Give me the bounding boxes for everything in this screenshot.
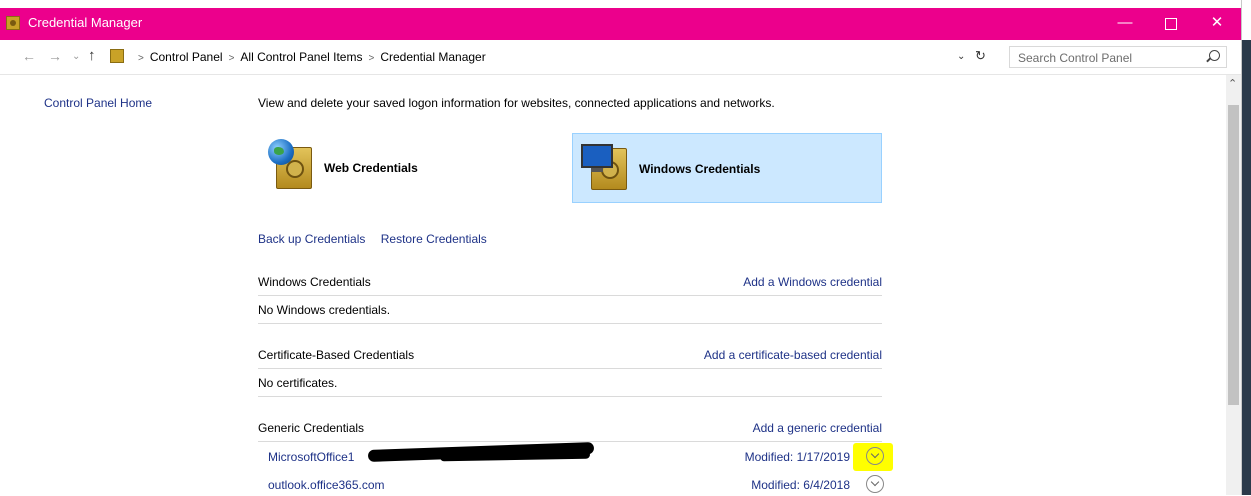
list-item[interactable]: outlook.office365.com Modified: 6/4/2018 bbox=[258, 474, 886, 496]
window-title: Credential Manager bbox=[28, 15, 143, 30]
back-arrow-icon[interactable]: ← bbox=[22, 48, 36, 64]
chevron-down-icon[interactable] bbox=[866, 475, 884, 493]
windows-credentials-tile[interactable]: Windows Credentials bbox=[572, 133, 882, 203]
credential-name[interactable]: outlook.office365.com bbox=[268, 478, 385, 492]
control-panel-home-link[interactable]: Control Panel Home bbox=[44, 96, 152, 110]
page-heading-partial: ▁▁▁▁▁▁▁▁ bbox=[258, 75, 378, 79]
credential-modified: Modified: 6/4/2018 bbox=[751, 478, 850, 492]
search-input[interactable] bbox=[1016, 50, 1200, 66]
breadcrumb-credential-manager[interactable]: Credential Manager bbox=[380, 50, 485, 64]
breadcrumb-separator-icon[interactable]: > bbox=[138, 53, 144, 64]
windows-credentials-label: Windows Credentials bbox=[639, 162, 761, 176]
add-certificate-credential-link[interactable]: Add a certificate-based credential bbox=[704, 348, 882, 362]
chevron-down-icon[interactable] bbox=[866, 447, 884, 465]
recent-locations-chevron-icon[interactable]: ⌄ bbox=[72, 51, 80, 62]
breadcrumb-all-items[interactable]: All Control Panel Items bbox=[240, 50, 362, 64]
globe-icon bbox=[268, 139, 294, 165]
certificate-credentials-section: Certificate-Based Credentials Add a cert… bbox=[258, 346, 882, 401]
forward-arrow-icon[interactable]: → bbox=[48, 48, 62, 64]
divider bbox=[258, 396, 882, 397]
restore-credentials-link[interactable]: Restore Credentials bbox=[381, 232, 487, 246]
intro-text: View and delete your saved logon informa… bbox=[258, 96, 775, 110]
divider bbox=[258, 441, 882, 442]
address-dropdown-icon[interactable]: ⌄ bbox=[957, 51, 965, 62]
search-box[interactable] bbox=[1009, 46, 1227, 68]
divider bbox=[258, 368, 882, 369]
section-title: Generic Credentials bbox=[258, 421, 365, 435]
add-windows-credential-link[interactable]: Add a Windows credential bbox=[743, 275, 882, 289]
control-panel-icon bbox=[110, 49, 124, 63]
credential-name[interactable]: MicrosoftOffice1 bbox=[268, 450, 354, 464]
title-bar: Credential Manager — ✕ bbox=[0, 8, 1241, 40]
close-button[interactable]: ✕ bbox=[1194, 8, 1240, 40]
scrollbar-thumb[interactable] bbox=[1228, 105, 1239, 405]
backup-restore-links: Back up Credentials Restore Credentials bbox=[258, 232, 499, 246]
empty-message: No certificates. bbox=[258, 376, 338, 390]
generic-credentials-section: Generic Credentials Add a generic creden… bbox=[258, 419, 882, 443]
desktop-edge bbox=[1242, 40, 1251, 495]
search-icon[interactable] bbox=[1209, 50, 1220, 61]
section-title: Windows Credentials bbox=[258, 275, 371, 289]
breadcrumb-control-panel[interactable]: Control Panel bbox=[150, 50, 223, 64]
divider bbox=[258, 323, 882, 324]
empty-message: No Windows credentials. bbox=[258, 303, 391, 317]
windows-credentials-section: Windows Credentials Add a Windows creden… bbox=[258, 273, 882, 328]
scroll-up-icon[interactable]: ⌃ bbox=[1228, 77, 1237, 90]
breadcrumb[interactable]: > Control Panel > All Control Panel Items > C… bbox=[110, 46, 1000, 68]
web-credentials-tile[interactable]: Web Credentials bbox=[258, 133, 568, 203]
web-credentials-label: Web Credentials bbox=[324, 161, 418, 175]
section-title: Certificate-Based Credentials bbox=[258, 348, 415, 362]
maximize-icon bbox=[1165, 18, 1177, 30]
credential-modified: Modified: 1/17/2019 bbox=[744, 450, 850, 464]
address-bar: ← → ⌄ ↑ > Control Panel > All Control Panel… bbox=[0, 40, 1241, 75]
breadcrumb-separator-icon[interactable]: > bbox=[368, 53, 374, 64]
divider bbox=[258, 295, 882, 296]
monitor-icon bbox=[581, 144, 613, 172]
add-generic-credential-link[interactable]: Add a generic credential bbox=[753, 421, 882, 435]
credential-manager-icon bbox=[6, 16, 20, 30]
up-arrow-icon[interactable]: ↑ bbox=[88, 47, 96, 64]
backup-credentials-link[interactable]: Back up Credentials bbox=[258, 232, 365, 246]
vertical-scrollbar[interactable]: ⌃ bbox=[1226, 75, 1241, 495]
credential-manager-window: Credential Manager — ✕ ← → ⌄ ↑ > Control … bbox=[0, 0, 1242, 495]
breadcrumb-separator-icon[interactable]: > bbox=[229, 53, 235, 64]
refresh-icon[interactable]: ↻ bbox=[975, 48, 986, 64]
minimize-button[interactable]: — bbox=[1102, 8, 1148, 40]
maximize-button[interactable] bbox=[1148, 8, 1194, 40]
